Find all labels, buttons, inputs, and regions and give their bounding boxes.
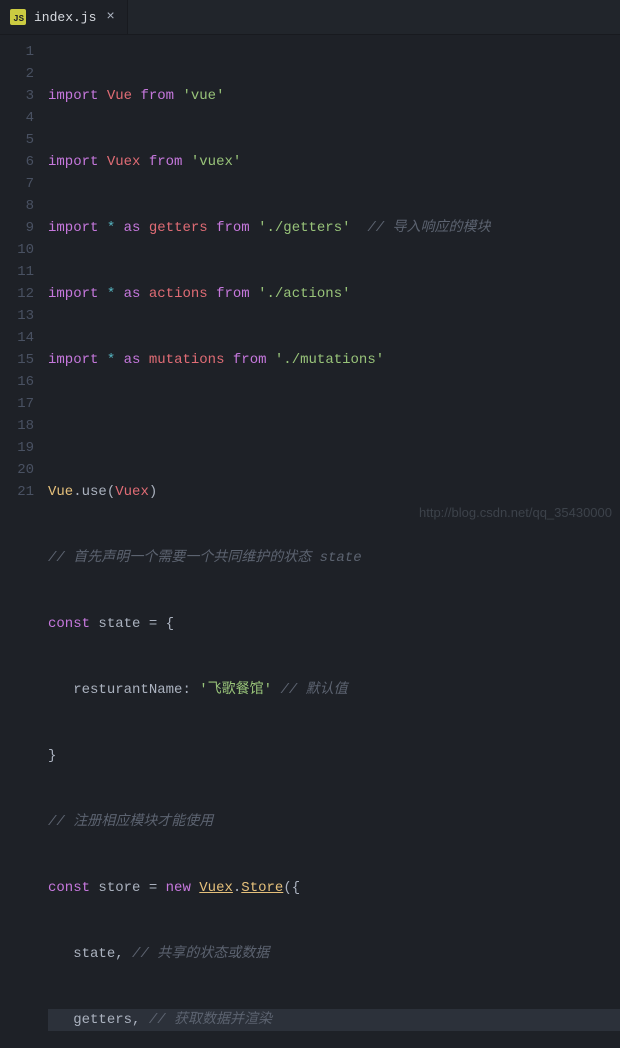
code-editor[interactable]: 1 2 3 4 5 6 7 8 9 10 11 12 13 14 15 16 1… — [0, 35, 620, 524]
code-line: const state = { — [48, 613, 620, 635]
line-number: 11 — [0, 261, 48, 283]
code-line-active: getters, // 获取数据并渲染 — [48, 1009, 620, 1031]
code-line: Vue.use(Vuex) — [48, 481, 620, 503]
line-number: 9 — [0, 217, 48, 239]
code-line: resturantName: '飞歌餐馆' // 默认值 — [48, 679, 620, 701]
code-line: // 注册相应模块才能使用 — [48, 811, 620, 833]
line-number: 13 — [0, 305, 48, 327]
line-number: 19 — [0, 437, 48, 459]
line-number: 14 — [0, 327, 48, 349]
line-number: 21 — [0, 481, 48, 503]
line-number-gutter: 1 2 3 4 5 6 7 8 9 10 11 12 13 14 15 16 1… — [0, 35, 48, 524]
code-line: const store = new Vuex.Store({ — [48, 877, 620, 899]
line-number: 18 — [0, 415, 48, 437]
line-number: 4 — [0, 107, 48, 129]
line-number: 8 — [0, 195, 48, 217]
code-line: // 首先声明一个需要一个共同维护的状态 state — [48, 547, 620, 569]
code-line: import * as actions from './actions' — [48, 283, 620, 305]
line-number: 20 — [0, 459, 48, 481]
code-line: import Vuex from 'vuex' — [48, 151, 620, 173]
line-number: 3 — [0, 85, 48, 107]
editor-tab[interactable]: JS index.js × — [0, 0, 128, 34]
code-line: } — [48, 745, 620, 767]
line-number: 16 — [0, 371, 48, 393]
js-file-icon: JS — [10, 9, 26, 25]
line-number: 12 — [0, 283, 48, 305]
line-number: 2 — [0, 63, 48, 85]
line-number: 7 — [0, 173, 48, 195]
code-area[interactable]: import Vue from 'vue' import Vuex from '… — [48, 35, 620, 524]
line-number: 17 — [0, 393, 48, 415]
code-line — [48, 415, 620, 437]
line-number: 5 — [0, 129, 48, 151]
close-icon[interactable]: × — [104, 9, 116, 25]
code-line: import Vue from 'vue' — [48, 85, 620, 107]
line-number: 10 — [0, 239, 48, 261]
line-number: 15 — [0, 349, 48, 371]
code-line: import * as mutations from './mutations' — [48, 349, 620, 371]
code-line: state, // 共享的状态或数据 — [48, 943, 620, 965]
code-line: import * as getters from './getters' // … — [48, 217, 620, 239]
line-number: 6 — [0, 151, 48, 173]
line-number: 1 — [0, 41, 48, 63]
watermark-text: http://blog.csdn.net/qq_35430000 — [419, 505, 612, 520]
tab-bar: JS index.js × — [0, 0, 620, 35]
tab-filename: index.js — [34, 10, 96, 25]
